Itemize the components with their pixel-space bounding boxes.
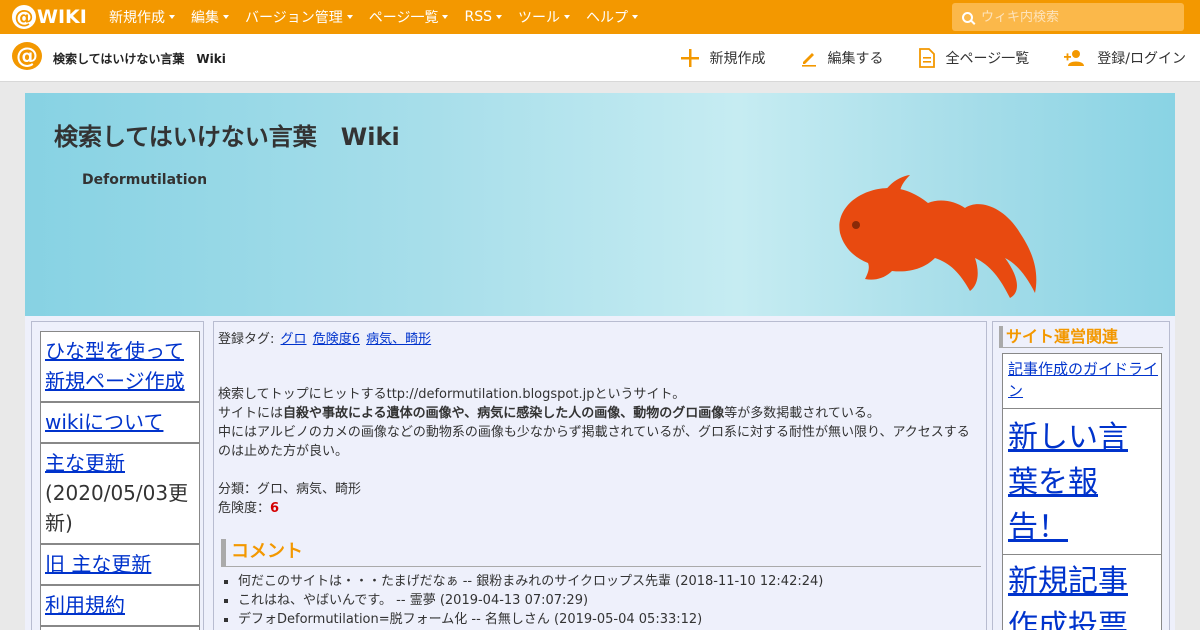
caret-down-icon — [169, 15, 175, 19]
site-title[interactable]: 検索してはいけない言葉 Wiki — [53, 50, 226, 67]
tag-link[interactable]: 危険度6 — [313, 332, 360, 347]
nav-edit[interactable]: 編集 — [191, 7, 229, 27]
right-item-guideline: 記事作成のガイドライン — [1002, 353, 1162, 409]
nav-rss[interactable]: RSS — [464, 9, 502, 25]
nav-new[interactable]: 新規作成 — [109, 7, 175, 27]
caret-down-icon — [563, 15, 570, 19]
vote-link[interactable]: 新規記事作成投票 — [1008, 564, 1128, 630]
sidebar-item-next — [40, 626, 200, 630]
left-sidebar: ひな型を使って新規ページ作成 wikiについて 主な更新 (2020/05/03… — [31, 321, 204, 630]
right-item-report: 新しい言葉を報告！ — [1002, 408, 1162, 555]
sidebar-link-old-updates[interactable]: 旧 主な更新 — [45, 552, 151, 576]
nav-version[interactable]: バージョン管理 — [245, 7, 353, 27]
wiki-page: 検索してはいけない言葉 Wiki Deformutilation ひな型を使って… — [25, 93, 1175, 630]
tags-label: 登録タグ: — [218, 332, 275, 347]
all-pages-button[interactable]: 全ページ一覧 — [918, 48, 1029, 68]
edit-page-button[interactable]: 編集する — [800, 48, 884, 68]
top-nav: 新規作成 編集 バージョン管理 ページ一覧 RSS ツール ヘルプ — [109, 0, 654, 34]
caret-down-icon — [223, 15, 229, 19]
new-page-button[interactable]: 新規作成 — [680, 48, 766, 68]
update-date: (2020/05/03更新) — [45, 481, 189, 535]
sidebar-item-new-from-template: ひな型を使って新規ページ作成 — [40, 331, 200, 402]
page-subtitle: Deformutilation — [82, 172, 208, 188]
plus-icon — [680, 49, 699, 67]
site-ops-heading: サイト運営関連 — [999, 326, 1163, 348]
report-word-link[interactable]: 新しい言葉を報告！ — [1008, 420, 1128, 545]
atwiki-logo[interactable]: @ WIKI — [12, 5, 87, 29]
caret-down-icon — [631, 15, 638, 19]
document-icon — [918, 48, 935, 68]
site-bar: @ 検索してはいけない言葉 Wiki 新規作成 編集する 全ページ一覧 登録/ロ… — [0, 34, 1200, 82]
site-logo[interactable]: @ — [12, 42, 44, 72]
search-icon[interactable] — [962, 11, 973, 23]
nav-tools[interactable]: ツール — [518, 7, 570, 27]
right-item-vote: 新規記事作成投票 — [1002, 554, 1162, 630]
search-input[interactable] — [981, 9, 1171, 25]
sidebar-link-terms[interactable]: 利用規約 — [45, 593, 125, 617]
tag-list: 登録タグ: グロ 危険度6 病気、畸形 — [218, 328, 431, 347]
comment-item: デフォDeformutilation=脱フォーム化 -- 名無しさん (2019… — [238, 610, 823, 629]
category-line: 分類：グロ、病気、畸形 — [218, 482, 362, 497]
at-logo-icon: @ — [12, 5, 36, 29]
paragraph: 中にはアルビノのカメの画像などの動物系の画像も少なからず掲載されているが、グロ系… — [218, 425, 970, 459]
sidebar-item-updates: 主な更新 (2020/05/03更新) — [40, 443, 200, 544]
sidebar-link-template[interactable]: ひな型を使って新規ページ作成 — [45, 339, 185, 393]
guideline-link[interactable]: 記事作成のガイドライン — [1008, 360, 1158, 400]
sidebar-link-about[interactable]: wikiについて — [45, 410, 163, 434]
sidebar-item-about: wikiについて — [40, 402, 200, 443]
main-content: 登録タグ: グロ 危険度6 病気、畸形 検索してトップにヒットするttp://d… — [213, 321, 987, 630]
site-actions: 新規作成 編集する 全ページ一覧 登録/ログイン — [646, 34, 1186, 82]
sidebar-item-old-updates: 旧 主な更新 — [40, 544, 200, 585]
nav-pagelist[interactable]: ページ一覧 — [369, 7, 449, 27]
page-title: 検索してはいけない言葉 Wiki — [54, 123, 400, 151]
goldfish-icon — [839, 175, 1037, 298]
pencil-icon — [801, 53, 816, 67]
article-body: 検索してトップにヒットするttp://deformutilation.blogs… — [218, 385, 978, 518]
sidebar-item-terms: 利用規約 — [40, 585, 200, 626]
users-add-icon — [1064, 50, 1085, 66]
comment-item: これはね、やばいんです。 -- 霊夢 (2019-04-13 07:07:29) — [238, 591, 823, 610]
paragraph: サイトには自殺や事故による遺体の画像や、病気に感染した人の画像、動物のグロ画像等… — [218, 406, 880, 421]
paragraph: 検索してトップにヒットするttp://deformutilation.blogs… — [218, 387, 686, 402]
danger-value: 6 — [270, 501, 280, 516]
caret-down-icon — [442, 15, 449, 19]
sidebar-link-updates[interactable]: 主な更新 — [45, 451, 125, 475]
comment-list: 何だこのサイトは・・・たまげだなぁ -- 銀粉まみれのサイクロップス先輩 (20… — [238, 572, 823, 629]
tag-link[interactable]: 病気、畸形 — [366, 332, 431, 347]
top-bar: @ WIKI 新規作成 編集 バージョン管理 ページ一覧 RSS ツール ヘルプ — [0, 0, 1200, 34]
tag-link[interactable]: グロ — [281, 332, 307, 347]
danger-line: 危険度：6 — [218, 501, 280, 516]
caret-down-icon — [495, 15, 502, 19]
at-logo-icon: @ — [12, 42, 42, 70]
caret-down-icon — [346, 15, 353, 19]
logo-text: WIKI — [37, 6, 87, 28]
login-button[interactable]: 登録/ログイン — [1063, 48, 1186, 68]
wiki-header: 検索してはいけない言葉 Wiki Deformutilation — [25, 93, 1175, 316]
wiki-search — [952, 3, 1184, 31]
comment-heading: コメント — [221, 539, 981, 567]
nav-help[interactable]: ヘルプ — [586, 7, 638, 27]
right-sidebar: サイト運営関連 記事作成のガイドライン 新しい言葉を報告！ 新規記事作成投票 — [992, 321, 1170, 630]
comment-item: 何だこのサイトは・・・たまげだなぁ -- 銀粉まみれのサイクロップス先輩 (20… — [238, 572, 823, 591]
